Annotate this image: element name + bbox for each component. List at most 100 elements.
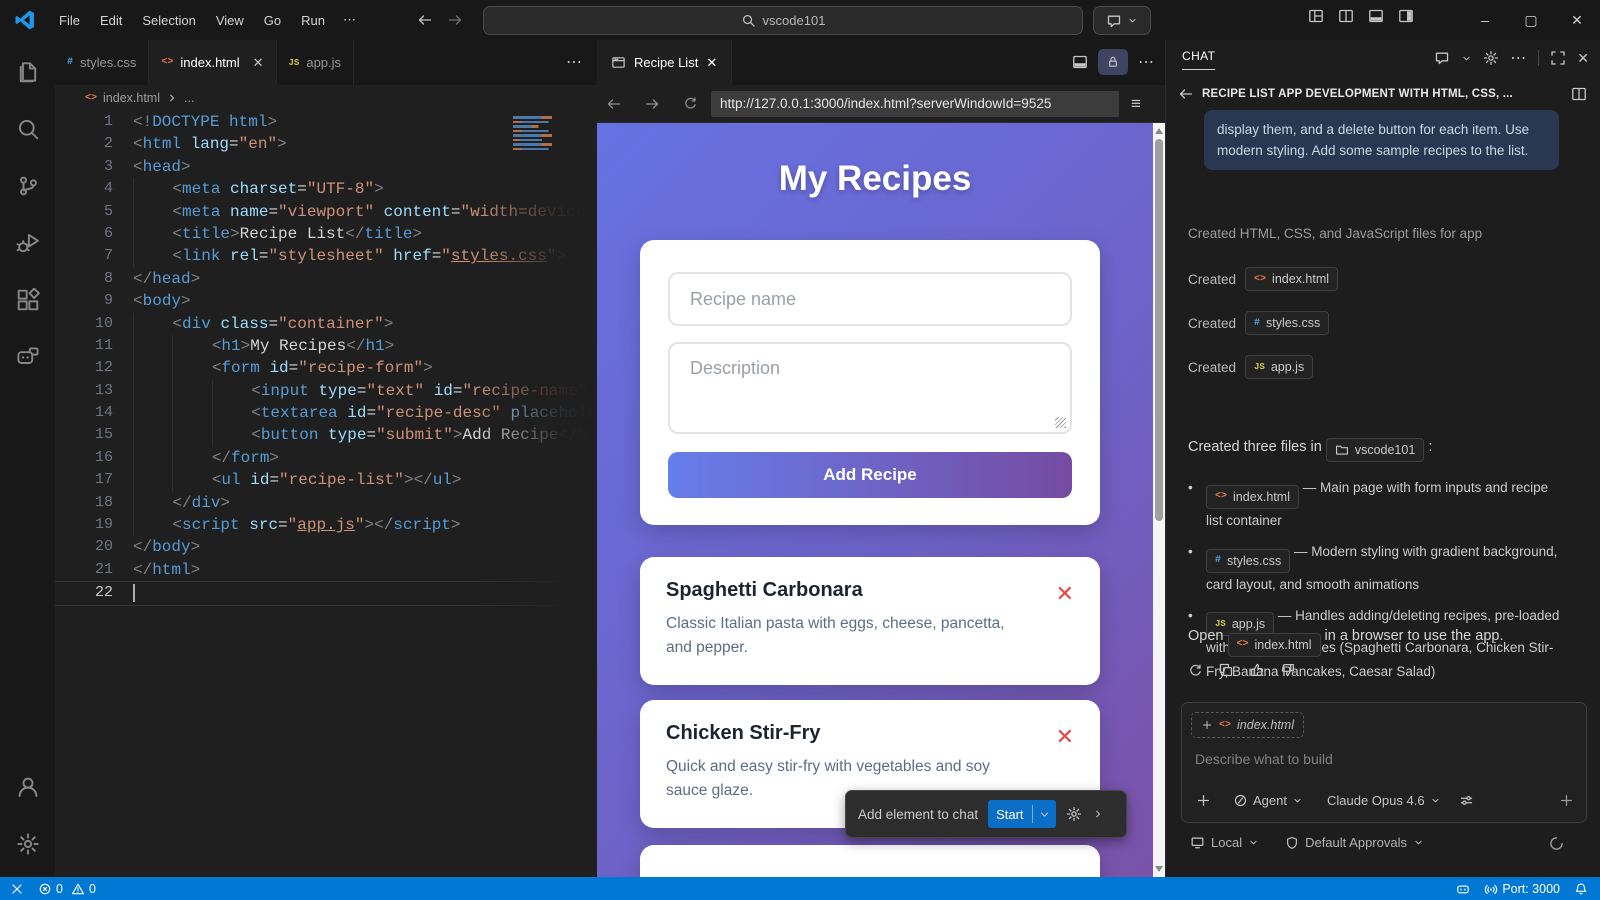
source-control-icon[interactable] [0, 161, 55, 211]
chevron-down-icon[interactable] [1461, 53, 1472, 64]
menu-go[interactable]: Go [255, 9, 290, 32]
regenerate-icon[interactable] [1188, 662, 1203, 678]
browser-forward-button[interactable] [635, 96, 669, 112]
code-lines[interactable]: 1<!DOCTYPE html>2<html lang="en">3<head>… [55, 111, 597, 877]
maximize-panel-icon[interactable] [1550, 50, 1566, 66]
textarea-resize-handle[interactable] [1055, 417, 1066, 428]
close-icon[interactable]: ✕ [253, 55, 264, 71]
scrollbar-thumb[interactable] [1155, 139, 1163, 521]
copilot-status[interactable] [1449, 877, 1477, 900]
command-center-search[interactable]: vscode101 [483, 6, 1083, 35]
split-editor-button[interactable] [1338, 8, 1354, 24]
chat-more-button[interactable]: ⋯ [1510, 48, 1527, 68]
thumbs-down-icon[interactable] [1280, 662, 1296, 678]
explorer-icon[interactable] [0, 47, 55, 97]
chip-vscode101[interactable]: vscode101 [1326, 438, 1424, 462]
environment-row: Local Default Approvals [1190, 835, 1424, 850]
problems-indicator[interactable]: 0 0 [31, 877, 103, 900]
chip-app.js[interactable]: JSapp.js [1245, 355, 1313, 379]
model-picker[interactable]: Claude Opus 4.6 [1327, 793, 1441, 808]
menu-selection[interactable]: Selection [133, 9, 204, 32]
chevron-down-icon[interactable] [1413, 837, 1424, 848]
editor-tabs-more-button[interactable]: ⋯ [566, 52, 583, 72]
thread-title[interactable]: RECIPE LIST APP DEVELOPMENT WITH HTML, C… [1202, 88, 1532, 100]
tab-app.js[interactable]: JSapp.js [277, 40, 355, 85]
close-icon[interactable]: ✕ [706, 55, 717, 71]
window-minimize-button[interactable]: – [1462, 0, 1508, 40]
remote-icon [10, 882, 24, 896]
menu-edit[interactable]: Edit [91, 9, 131, 32]
context-chip-index-html[interactable]: <> index.html [1191, 712, 1304, 738]
port-forward-indicator[interactable]: Port: 3000 [1477, 877, 1567, 900]
copilot-chat-icon[interactable] [0, 332, 55, 382]
url-input[interactable]: http://127.0.0.1:3000/index.html?serverW… [711, 91, 1119, 117]
back-arrow-icon[interactable] [1178, 86, 1194, 102]
tools-sliders-icon[interactable] [1459, 793, 1474, 808]
history-back-button[interactable] [417, 12, 433, 28]
settings-gear-icon[interactable] [0, 819, 55, 869]
attach-plus-icon[interactable] [1196, 793, 1211, 808]
settings-gear-icon[interactable] [1483, 50, 1499, 66]
close-panel-button[interactable]: ✕ [1577, 50, 1589, 67]
delete-recipe-button[interactable]: ✕ [1056, 583, 1074, 605]
status-bar: 0 0 Port: 3000 [0, 877, 1600, 900]
tab-chat[interactable]: CHAT [1182, 49, 1215, 70]
tab-recipe-list[interactable]: Recipe List ✕ [597, 40, 732, 85]
copy-icon[interactable] [1218, 662, 1234, 678]
notifications-bell[interactable] [1567, 877, 1600, 900]
approvals-label[interactable]: Default Approvals [1305, 835, 1407, 850]
menu-view[interactable]: View [207, 9, 253, 32]
customize-layout-button[interactable] [1308, 8, 1324, 24]
start-button[interactable]: Start [988, 800, 1055, 828]
toggle-secondary-sidebar-button[interactable] [1398, 8, 1414, 24]
open-editor-icon[interactable] [1571, 86, 1587, 102]
menu-overflow[interactable]: ⋯ [334, 8, 365, 32]
history-forward-button[interactable] [447, 12, 463, 28]
new-chat-icon[interactable] [1434, 50, 1450, 66]
tab-index.html[interactable]: <>index.html✕ [149, 40, 276, 85]
tab-styles.css[interactable]: #styles.css [55, 40, 149, 85]
chip-styles.css[interactable]: #styles.css [1245, 311, 1329, 335]
mode-picker[interactable]: Agent [1233, 793, 1303, 808]
lock-button[interactable] [1098, 49, 1128, 75]
chip-styles.css[interactable]: #styles.css [1206, 549, 1290, 573]
delete-recipe-button[interactable]: ✕ [1056, 726, 1074, 748]
preview-more-button[interactable]: ⋯ [1138, 52, 1155, 72]
window-maximize-button[interactable]: ▢ [1508, 0, 1554, 40]
chevron-right-icon[interactable] [1092, 808, 1104, 820]
menu-run[interactable]: Run [292, 9, 334, 32]
browser-back-button[interactable] [597, 96, 631, 112]
thumbs-up-icon[interactable] [1249, 662, 1265, 678]
chevron-down-icon[interactable] [1248, 837, 1259, 848]
app-title: My Recipes [597, 159, 1153, 199]
recipe-description-textarea[interactable]: Description [668, 342, 1072, 434]
run-debug-icon[interactable] [0, 218, 55, 268]
browser-scrollbar[interactable] [1153, 123, 1165, 877]
recipe-name-input[interactable]: Recipe name [668, 272, 1072, 326]
env-label[interactable]: Local [1211, 835, 1242, 850]
recipe-description: Classic Italian pasta with eggs, cheese,… [666, 612, 1026, 660]
toggle-panel-button[interactable] [1368, 8, 1384, 24]
scroll-down-arrow[interactable] [1155, 866, 1163, 872]
hamburger-menu-icon[interactable]: ≡ [1131, 94, 1141, 114]
send-button[interactable] [1559, 793, 1574, 808]
minimap[interactable] [513, 116, 565, 162]
chip-index.html[interactable]: <>index.html [1206, 485, 1299, 509]
copilot-menu-button[interactable] [1093, 6, 1151, 35]
split-editor-icon[interactable] [1072, 54, 1088, 70]
menu-file[interactable]: File [50, 9, 89, 32]
scroll-up-arrow[interactable] [1155, 128, 1163, 134]
remote-indicator[interactable] [0, 877, 31, 900]
browser-reload-button[interactable] [673, 96, 707, 111]
settings-gear-icon[interactable] [1066, 806, 1082, 822]
add-recipe-button[interactable]: Add Recipe [668, 452, 1072, 498]
chat-input-box[interactable]: <> index.html Describe what to build Age… [1181, 702, 1587, 823]
extensions-icon[interactable] [0, 275, 55, 325]
chip-open-index-html[interactable]: <>index.html [1228, 633, 1321, 657]
chip-index.html[interactable]: <>index.html [1245, 267, 1338, 291]
chevron-down-icon[interactable] [1033, 808, 1056, 821]
search-icon[interactable] [0, 104, 55, 154]
breadcrumb[interactable]: <> index.html ... [55, 85, 597, 111]
window-close-button[interactable]: ✕ [1554, 0, 1600, 40]
accounts-icon[interactable] [0, 762, 55, 812]
